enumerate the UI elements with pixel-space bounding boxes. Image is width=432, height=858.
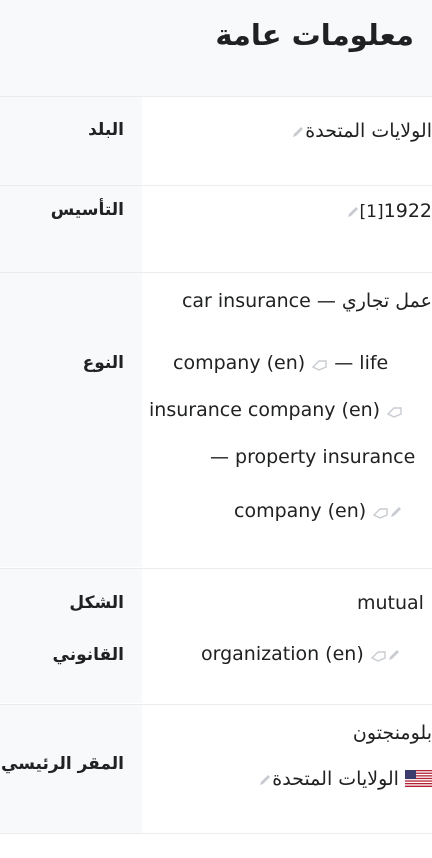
type-line-2: company (en) — life — [173, 352, 389, 374]
us-flag-icon — [405, 770, 432, 787]
pencil-icon[interactable] — [387, 645, 401, 660]
label-founded-text: التأسيس — [50, 200, 124, 220]
type-line-1: عمل تجاري car insurance — — [181, 290, 432, 312]
type-property-insurance-link[interactable]: property insurance — [235, 446, 415, 468]
label-founded: التأسيس — [0, 186, 142, 272]
hq-city: بلومنجتون — [353, 722, 432, 744]
value-country: الولايات المتحدة — [291, 120, 432, 142]
type-car-insurance-link[interactable]: company (en) — [173, 352, 305, 374]
pencil-icon[interactable] — [291, 122, 305, 137]
label-legal-form-line1: الشكل — [69, 593, 124, 613]
hq-country: الولايات المتحدة — [258, 768, 432, 790]
label-country-text: البلد — [88, 120, 124, 140]
type-business-link[interactable]: عمل تجاري — [342, 290, 432, 312]
type-line-3: insurance company (en) — [149, 399, 403, 421]
value-founded: 1922[1] — [346, 200, 432, 222]
label-headquarters-text: المقر الرئيسي — [1, 754, 124, 774]
type-line-4: — property insurance — [210, 446, 416, 468]
tag-icon[interactable] — [370, 646, 387, 662]
reference-link[interactable]: [1] — [360, 202, 384, 222]
legal-form-line-1: mutual — [357, 592, 424, 614]
hq-city-link[interactable]: بلومنجتون — [353, 722, 432, 744]
country-link[interactable]: الولايات المتحدة — [305, 120, 432, 142]
label-legal-form: الشكل القانوني — [0, 569, 142, 703]
row-separator — [0, 833, 432, 834]
label-legal-form-line2: القانوني — [52, 645, 124, 665]
type-property-insurance-link-2[interactable]: company (en) — [234, 500, 366, 522]
infobox-title: معلومات عامة — [215, 18, 414, 52]
legal-form-link[interactable]: mutual — [357, 592, 424, 614]
label-type: النوع — [0, 273, 142, 567]
type-line-5: company (en) — [234, 500, 403, 522]
label-type-text: النوع — [82, 353, 124, 373]
hq-country-link[interactable]: الولايات المتحدة — [272, 768, 399, 790]
tag-icon[interactable] — [372, 503, 389, 519]
tag-icon[interactable] — [311, 355, 328, 371]
tag-icon[interactable] — [386, 402, 403, 418]
pencil-icon[interactable] — [258, 770, 272, 785]
pencil-icon[interactable] — [389, 502, 403, 517]
infobox: معلومات عامة البلد الولايات المتحدة التأ… — [0, 0, 432, 858]
founded-year: 1922 — [383, 200, 432, 222]
label-country: البلد — [0, 97, 142, 185]
label-headquarters: المقر الرئيسي — [0, 705, 142, 833]
infobox-header: معلومات عامة — [0, 0, 432, 97]
type-life-insurance-link[interactable]: insurance company (en) — [149, 399, 380, 421]
legal-form-link-2[interactable]: organization (en) — [201, 643, 364, 665]
pencil-icon[interactable] — [346, 202, 360, 217]
legal-form-line-2: organization (en) — [201, 643, 401, 665]
